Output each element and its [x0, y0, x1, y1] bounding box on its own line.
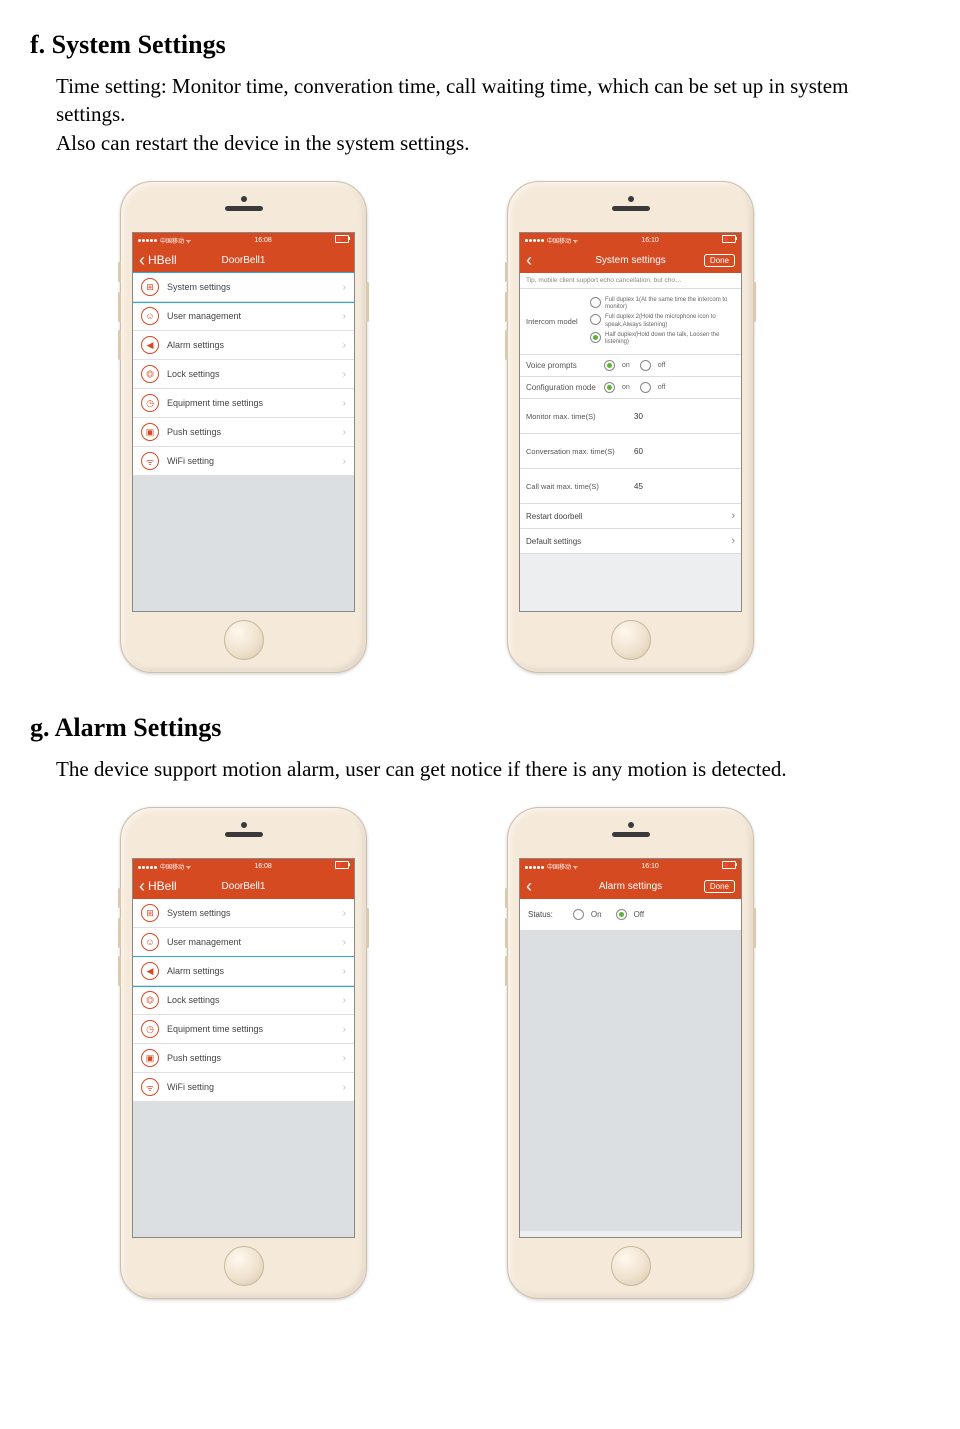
voice-off-radio[interactable]: off	[640, 360, 666, 371]
menu-item-system-settings[interactable]: ⊞System settings›	[133, 273, 354, 302]
call-wait-max-row[interactable]: Call wait max. time(S)45	[520, 469, 741, 504]
clock-icon: ◷	[141, 394, 159, 412]
intercom-option-3[interactable]: Half duplex(Hold down the talk, Loosen t…	[590, 332, 735, 346]
config-mode-row: Configuration mode on off	[520, 377, 741, 399]
chevron-right-icon: ›	[343, 282, 346, 293]
chevron-right-icon: ›	[343, 340, 346, 351]
menu-item-push-settings[interactable]: ▣Push settings›	[133, 1044, 354, 1073]
chevron-right-icon: ›	[343, 1024, 346, 1035]
chevron-right-icon: ›	[343, 995, 346, 1006]
nav-bar: Alarm settings Done	[520, 873, 741, 899]
section-g-heading: g. Alarm Settings	[30, 713, 930, 743]
menu-item-system-settings[interactable]: ⊞System settings›	[133, 899, 354, 928]
config-off-radio[interactable]: off	[640, 382, 666, 393]
intercom-model-section: Intercom model Full duplex 1(At the same…	[520, 289, 741, 355]
menu-item-lock-settings[interactable]: ⏣Lock settings›	[133, 986, 354, 1015]
done-button[interactable]: Done	[704, 254, 735, 267]
restart-doorbell-row[interactable]: Restart doorbell›	[520, 504, 741, 529]
back-button[interactable]: HBell	[139, 253, 177, 267]
done-button[interactable]: Done	[704, 880, 735, 893]
user-icon: ☺	[141, 307, 159, 325]
home-button[interactable]	[611, 1246, 651, 1286]
config-on-radio[interactable]: on	[604, 382, 630, 393]
chevron-right-icon: ›	[343, 369, 346, 380]
menu-item-user-management[interactable]: ☺User management›	[133, 928, 354, 957]
status-bar: 中国移动 ᯤ 16:10	[520, 859, 741, 873]
conversation-max-row[interactable]: Conversation max. time(S)60	[520, 434, 741, 469]
menu-item-equipment-time[interactable]: ◷Equipment time settings›	[133, 1015, 354, 1044]
phone-mockup-1: 中国移动 ᯤ 16:08 HBell DoorBell1 ⊞System set…	[120, 181, 367, 673]
grid-icon: ⊞	[141, 904, 159, 922]
push-icon: ▣	[141, 423, 159, 441]
phone-mockup-4: 中国移动 ᯤ 16:10 Alarm settings Done Status:…	[507, 807, 754, 1299]
nav-title: Alarm settings	[599, 881, 662, 892]
alarm-off-radio[interactable]: Off	[616, 909, 645, 920]
home-button[interactable]	[224, 620, 264, 660]
chevron-right-icon: ›	[343, 1053, 346, 1064]
lock-icon: ⏣	[141, 365, 159, 383]
alarm-status-section: Status: On Off	[520, 899, 741, 931]
section-g-body: The device support motion alarm, user ca…	[56, 755, 916, 783]
grid-icon: ⊞	[141, 278, 159, 296]
home-button[interactable]	[224, 1246, 264, 1286]
wifi-icon: ᯤ	[141, 452, 159, 470]
lock-icon: ⏣	[141, 991, 159, 1009]
section-f-body: Time setting: Monitor time, converation …	[56, 72, 916, 157]
chevron-right-icon: ›	[343, 908, 346, 919]
phone-mockup-3: 中国移动 ᯤ 16:08 HBell DoorBell1 ⊞System set…	[120, 807, 367, 1299]
nav-bar: HBell DoorBell1	[133, 873, 354, 899]
nav-bar: System settings Done	[520, 247, 741, 273]
alarm-icon: ◀	[141, 962, 159, 980]
push-icon: ▣	[141, 1049, 159, 1067]
menu-item-lock-settings[interactable]: ⏣Lock settings›	[133, 360, 354, 389]
wifi-icon: ᯤ	[141, 1078, 159, 1096]
default-settings-row[interactable]: Default settings›	[520, 529, 741, 554]
tip-text: Tip, mobile client support echo cancella…	[520, 273, 741, 289]
chevron-right-icon: ›	[731, 510, 735, 522]
voice-on-radio[interactable]: on	[604, 360, 630, 371]
monitor-max-row[interactable]: Monitor max. time(S)30	[520, 399, 741, 434]
status-label: Status:	[528, 910, 553, 919]
chevron-right-icon: ›	[343, 966, 346, 977]
phone-mockup-2: 中国移动 ᯤ 16:10 System settings Done Tip, m…	[507, 181, 754, 673]
chevron-right-icon: ›	[343, 1082, 346, 1093]
voice-prompts-row: Voice prompts on off	[520, 355, 741, 377]
menu-item-alarm-settings[interactable]: ◀Alarm settings›	[133, 957, 354, 986]
menu-item-user-management[interactable]: ☺User management›	[133, 302, 354, 331]
nav-title: DoorBell1	[222, 255, 266, 266]
chevron-right-icon: ›	[731, 535, 735, 547]
chevron-right-icon: ›	[343, 937, 346, 948]
status-bar: 中国移动 ᯤ 16:10	[520, 233, 741, 247]
chevron-right-icon: ›	[343, 311, 346, 322]
menu-item-wifi-setting[interactable]: ᯤWiFi setting›	[133, 447, 354, 476]
menu-item-push-settings[interactable]: ▣Push settings›	[133, 418, 354, 447]
menu-item-alarm-settings[interactable]: ◀Alarm settings›	[133, 331, 354, 360]
chevron-right-icon: ›	[343, 456, 346, 467]
section-f-heading: f. System Settings	[30, 30, 930, 60]
clock-icon: ◷	[141, 1020, 159, 1038]
alarm-on-radio[interactable]: On	[573, 909, 602, 920]
menu-item-equipment-time[interactable]: ◷Equipment time settings›	[133, 389, 354, 418]
status-bar: 中国移动 ᯤ 16:08	[133, 233, 354, 247]
nav-bar: HBell DoorBell1	[133, 247, 354, 273]
home-button[interactable]	[611, 620, 651, 660]
chevron-right-icon: ›	[343, 427, 346, 438]
status-bar: 中国移动 ᯤ 16:08	[133, 859, 354, 873]
intercom-option-1[interactable]: Full duplex 1(At the same time the inter…	[590, 297, 735, 311]
nav-title: DoorBell1	[222, 881, 266, 892]
nav-title: System settings	[595, 255, 666, 266]
intercom-option-2[interactable]: Full duplex 2(Hold the microphone icon t…	[590, 314, 735, 328]
chevron-right-icon: ›	[343, 398, 346, 409]
alarm-icon: ◀	[141, 336, 159, 354]
user-icon: ☺	[141, 933, 159, 951]
back-button[interactable]: HBell	[139, 879, 177, 893]
menu-item-wifi-setting[interactable]: ᯤWiFi setting›	[133, 1073, 354, 1102]
